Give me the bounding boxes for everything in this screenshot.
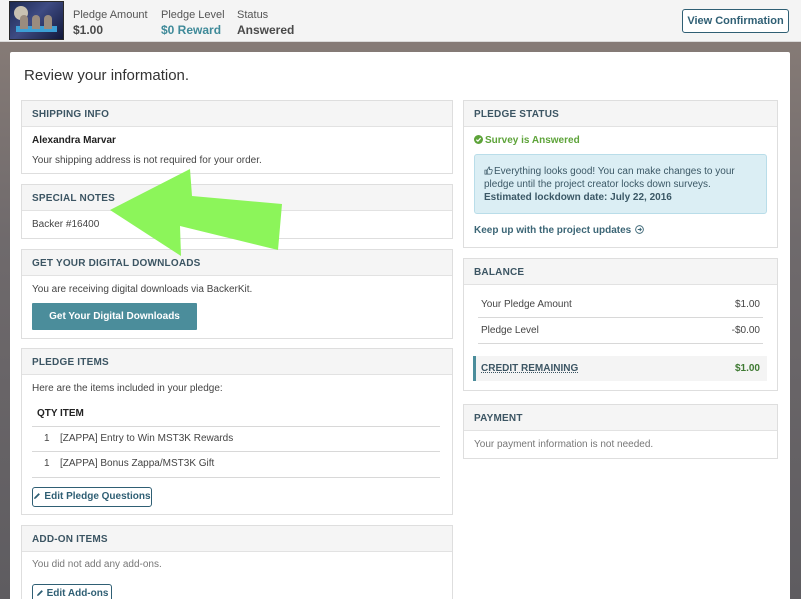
table-row-item: [ZAPPA] Entry to Win MST3K Rewards bbox=[60, 433, 234, 444]
table-row-item: [ZAPPA] Bonus Zappa/MST3K Gift bbox=[60, 458, 215, 469]
shipping-note: Your shipping address is not required fo… bbox=[32, 155, 262, 166]
payment-heading: PAYMENT bbox=[464, 405, 777, 431]
qty-column-header: QTY bbox=[37, 408, 58, 419]
table-divider bbox=[32, 477, 440, 478]
balance-row-value: -$0.00 bbox=[731, 325, 760, 336]
pencil-icon bbox=[34, 493, 41, 499]
special-notes-text: Backer #16400 bbox=[32, 219, 100, 230]
shipping-heading: SHIPPING INFO bbox=[22, 101, 452, 127]
balance-heading: BALANCE bbox=[464, 259, 777, 285]
get-digital-downloads-button[interactable]: Get Your Digital Downloads bbox=[32, 303, 197, 330]
info-line-1-text: Everything looks good! You can make chan… bbox=[494, 166, 735, 177]
shipping-name: Alexandra Marvar bbox=[32, 135, 116, 146]
pledge-items-heading: PLEDGE ITEMS bbox=[22, 349, 452, 375]
status-label: Status bbox=[237, 9, 269, 21]
pledge-status-heading: PLEDGE STATUS bbox=[464, 101, 777, 127]
addons-heading: ADD-ON ITEMS bbox=[22, 526, 452, 552]
pledge-amount-label: Pledge Amount bbox=[73, 9, 148, 21]
item-column-header: ITEM bbox=[60, 408, 84, 419]
info-line-2: pledge until the project creator locks d… bbox=[484, 179, 711, 190]
addons-text: You did not add any add-ons. bbox=[32, 559, 162, 570]
lockdown-date: Estimated lockdown date: July 22, 2016 bbox=[484, 192, 672, 203]
payment-panel: PAYMENT bbox=[463, 404, 778, 459]
thumbs-up-icon bbox=[484, 166, 493, 175]
check-circle-icon bbox=[474, 135, 483, 144]
table-row-qty: 1 bbox=[44, 458, 50, 469]
balance-row-value: $1.00 bbox=[734, 299, 760, 310]
pledge-amount: Pledge Amount $1.00 bbox=[73, 9, 148, 37]
edit-pledge-questions-label: Edit Pledge Questions bbox=[44, 491, 151, 502]
status-value: Answered bbox=[237, 23, 295, 37]
project-thumbnail bbox=[9, 1, 64, 40]
info-line-1: Everything looks good! You can make chan… bbox=[484, 166, 735, 177]
balance-divider bbox=[478, 317, 763, 318]
survey-status-label: Survey is Answered bbox=[485, 135, 580, 146]
page-title: Review your information. bbox=[24, 67, 190, 84]
balance-row-label: Pledge Level bbox=[481, 325, 539, 336]
project-updates-label: Keep up with the project updates bbox=[474, 225, 632, 236]
view-confirmation-button[interactable]: View Confirmation bbox=[682, 9, 789, 33]
pledge-level: Pledge Level $0 Reward bbox=[161, 9, 225, 37]
balance-row-label: Your Pledge Amount bbox=[481, 299, 572, 310]
balance-divider bbox=[478, 343, 763, 344]
table-divider bbox=[32, 426, 440, 427]
arrow-circle-right-icon bbox=[635, 225, 644, 234]
project-updates-link[interactable]: Keep up with the project updates bbox=[474, 225, 644, 236]
table-divider bbox=[32, 451, 440, 452]
top-bar: Pledge Amount $1.00 Pledge Level $0 Rewa… bbox=[0, 0, 801, 42]
status: Status Answered bbox=[237, 9, 294, 37]
credit-remaining-value: $1.00 bbox=[734, 363, 760, 374]
pencil-icon bbox=[36, 590, 43, 596]
table-row-qty: 1 bbox=[44, 433, 50, 444]
downloads-text: You are receiving digital downloads via … bbox=[32, 284, 253, 295]
pledge-items-intro: Here are the items included in your pled… bbox=[32, 383, 223, 394]
pledge-amount-value: $1.00 bbox=[73, 23, 104, 37]
survey-status: Survey is Answered bbox=[474, 135, 580, 146]
edit-addons-label: Edit Add-ons bbox=[46, 588, 109, 599]
edit-addons-button[interactable]: Edit Add-ons bbox=[32, 584, 112, 599]
annotation-arrow-icon bbox=[110, 169, 282, 256]
credit-remaining-label: CREDIT REMAINING bbox=[481, 363, 579, 374]
edit-pledge-questions-button[interactable]: Edit Pledge Questions bbox=[32, 487, 152, 507]
pledge-level-value: $0 Reward bbox=[161, 23, 222, 37]
pledge-level-label: Pledge Level bbox=[161, 9, 225, 21]
payment-text: Your payment information is not needed. bbox=[474, 439, 654, 450]
